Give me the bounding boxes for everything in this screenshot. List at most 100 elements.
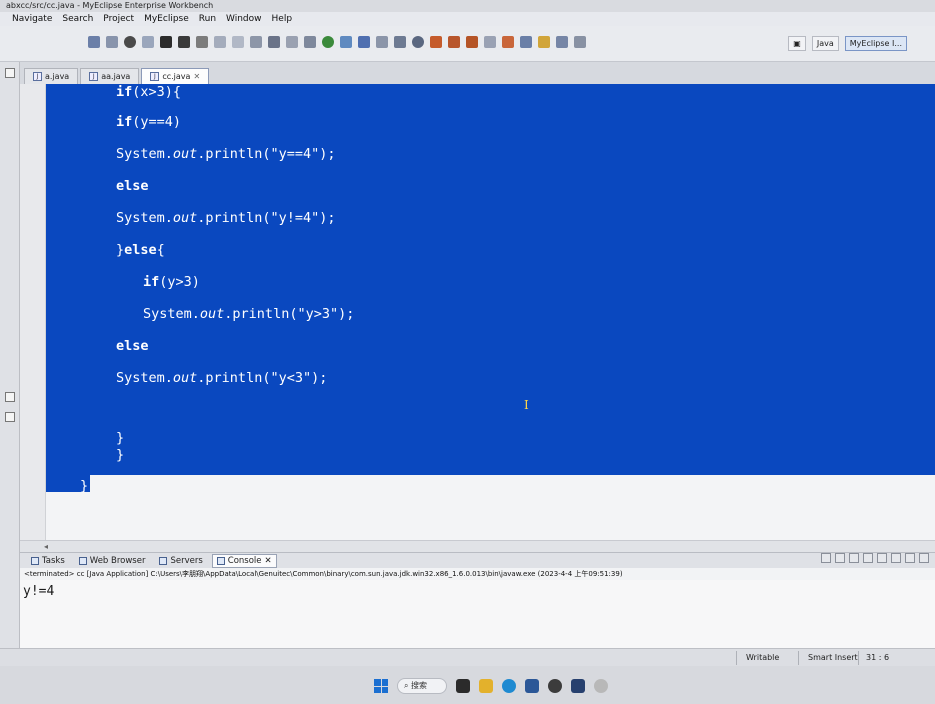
deploy-icon[interactable] (160, 36, 172, 48)
tab-tasks[interactable]: Tasks (26, 554, 70, 568)
taskbar-icons: ⌕ 搜索 (374, 678, 608, 694)
remove-all-icon[interactable] (849, 553, 859, 563)
edge-browser-icon[interactable] (502, 679, 516, 693)
new-icon[interactable] (88, 36, 100, 48)
mouse-ibeam-cursor: I (524, 398, 529, 412)
code-line: else (116, 338, 149, 354)
run-icon[interactable] (322, 36, 334, 48)
perspective-java[interactable]: Java (811, 36, 839, 51)
tab-servers[interactable]: Servers (154, 554, 207, 568)
bookmark-icon[interactable] (520, 36, 532, 48)
code-text: (y==4) (132, 114, 182, 130)
java-icon[interactable] (594, 679, 608, 693)
perspective-myeclipse[interactable]: MyEclipse I... (844, 36, 907, 51)
menu-search[interactable]: Search (62, 14, 93, 24)
myeclipse-icon[interactable] (571, 679, 585, 693)
os-taskbar: ⌕ 搜索 (0, 666, 935, 704)
code-keyword: if (143, 274, 160, 290)
minimize-icon[interactable] (919, 553, 929, 563)
code-line: System.out.println("y<3"); (116, 370, 327, 386)
bean-icon[interactable] (430, 36, 442, 48)
wizard-icon[interactable] (214, 36, 226, 48)
pin-icon[interactable] (484, 36, 496, 48)
save-icon[interactable] (106, 36, 118, 48)
tab-console[interactable]: Console ✕ (211, 553, 277, 568)
close-tab-icon[interactable]: ✕ (265, 556, 272, 566)
table-icon[interactable] (574, 36, 586, 48)
display-console-icon[interactable] (891, 553, 901, 563)
code-line: if(x>3){ (116, 84, 181, 100)
menu-run[interactable]: Run (199, 14, 216, 24)
taskbar-search[interactable]: ⌕ 搜索 (397, 678, 447, 694)
print-icon[interactable] (124, 36, 136, 48)
build-icon[interactable] (142, 36, 154, 48)
sync-icon[interactable] (268, 36, 280, 48)
tab-web-browser[interactable]: Web Browser (74, 554, 151, 568)
windows-start-icon[interactable] (374, 679, 388, 693)
status-divider (736, 651, 737, 665)
editor-ruler (20, 84, 46, 540)
code-text: .println("y==4"); (197, 146, 336, 162)
app-icon[interactable] (548, 679, 562, 693)
open-perspective-button[interactable]: ▣ (788, 36, 806, 51)
tab-cc-java[interactable]: J cc.java ✕ (141, 68, 210, 84)
code-text: System. (116, 370, 173, 386)
menu-window[interactable]: Window (226, 14, 262, 24)
status-cursor-position: 31 : 6 (866, 653, 890, 662)
restore-view-icon[interactable] (5, 68, 15, 78)
explorer-icon[interactable] (286, 36, 298, 48)
pin-console-icon[interactable] (877, 553, 887, 563)
search-icon[interactable] (358, 36, 370, 48)
status-insert-mode: Smart Insert (808, 653, 858, 662)
file-explorer-icon[interactable] (479, 679, 493, 693)
globe-icon (78, 556, 87, 565)
close-tab-icon[interactable]: ✕ (193, 72, 200, 81)
store-icon[interactable] (525, 679, 539, 693)
code-keyword: else (116, 178, 149, 194)
search-label: 搜索 (411, 681, 428, 690)
tool-icon[interactable] (502, 36, 514, 48)
monitor-icon[interactable] (304, 36, 316, 48)
terminate-icon[interactable] (821, 553, 831, 563)
package-explorer-icon[interactable] (5, 392, 15, 402)
tab-label: aa.java (101, 72, 131, 81)
copy-icon[interactable] (250, 36, 262, 48)
menu-myeclipse[interactable]: MyEclipse (144, 14, 189, 24)
outline-icon[interactable] (5, 412, 15, 422)
layout-icon[interactable] (556, 36, 568, 48)
task-view-icon[interactable] (456, 679, 470, 693)
editor-tabs: J a.java J aa.java J cc.java ✕ (20, 62, 935, 84)
open-console-icon[interactable] (905, 553, 915, 563)
menu-bar: Navigate Search Project MyEclipse Run Wi… (0, 12, 935, 26)
bean3-icon[interactable] (466, 36, 478, 48)
server-icon[interactable] (178, 36, 190, 48)
code-editor[interactable]: if(x>3){ if (y==4) System. out.println("y==4… (20, 84, 935, 540)
grid-icon[interactable] (394, 36, 406, 48)
scroll-lock-icon[interactable] (863, 553, 873, 563)
debug-icon[interactable] (340, 36, 352, 48)
wizard2-icon[interactable] (232, 36, 244, 48)
code-line: } (116, 447, 124, 463)
tab-label: Web Browser (89, 555, 146, 566)
code-text: } (116, 447, 125, 463)
menu-help[interactable]: Help (272, 14, 293, 24)
highlight-icon[interactable] (538, 36, 550, 48)
code-keyword: else (116, 338, 149, 354)
globe-icon[interactable] (412, 36, 424, 48)
remove-launch-icon[interactable] (835, 553, 845, 563)
menu-navigate[interactable]: Navigate (12, 14, 52, 24)
database-icon[interactable] (196, 36, 208, 48)
horizontal-scrollbar[interactable]: ◂ (20, 540, 935, 552)
code-text: } (116, 430, 125, 446)
code-field: out (172, 146, 198, 162)
refactor-icon[interactable] (376, 36, 388, 48)
tab-a-java[interactable]: J a.java (24, 68, 79, 84)
window-title: abxcc/src/cc.java - MyEclipse Enterprise… (6, 1, 214, 10)
console-process-line: <terminated> cc [Java Application] C:\Us… (20, 568, 935, 580)
bean2-icon[interactable] (448, 36, 460, 48)
tab-aa-java[interactable]: J aa.java (80, 68, 140, 84)
menu-project[interactable]: Project (103, 14, 134, 24)
code-text: .println("y>3"); (224, 306, 355, 322)
console-output-area[interactable]: y!=4 (20, 580, 935, 648)
tab-label: Console (227, 555, 262, 566)
